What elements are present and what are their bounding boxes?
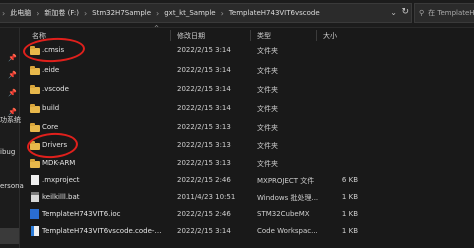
file-row[interactable]: .vscode 2022/2/15 3:14 文件夹	[20, 80, 474, 99]
file-row[interactable]: Core 2022/2/15 3:13 文件夹	[20, 118, 474, 137]
folder-icon	[30, 104, 40, 113]
column-size[interactable]: 大小	[323, 31, 337, 41]
search-box[interactable]: ⚲ 在 TemplateH743VIT6vscode 中搜索	[414, 3, 474, 23]
nav-item-selected[interactable]	[0, 228, 19, 244]
column-type[interactable]: 类型	[257, 31, 271, 41]
folder-icon	[30, 85, 40, 94]
file-row[interactable]: TemplateH743VIT6vscode.code-work... 2022…	[20, 222, 474, 241]
file-row[interactable]: .cmsis 2022/2/15 3:14 文件夹	[20, 41, 474, 60]
file-name: TemplateH743VIT6vscode.code-work...	[42, 227, 162, 235]
pin-icon: 📌	[8, 89, 17, 97]
batch-file-icon	[31, 192, 39, 202]
file-date: 2022/2/15 3:14	[177, 104, 231, 112]
file-type: 文件夹	[257, 105, 278, 113]
folder-icon	[30, 159, 40, 168]
file-date: 2011/4/23 10:51	[177, 193, 236, 201]
file-name: .vscode	[42, 85, 69, 93]
file-type: Windows 批处理...	[257, 194, 319, 202]
refresh-icon[interactable]: ↻	[401, 7, 409, 17]
vscode-workspace-icon	[31, 226, 39, 236]
file-name: .mxproject	[42, 176, 80, 184]
file-type: 文件夹	[257, 160, 278, 168]
column-divider[interactable]	[250, 30, 251, 41]
breadcrumb-item-this-pc[interactable]: 此电脑 ›	[10, 8, 39, 18]
file-type: 文件夹	[257, 124, 278, 132]
file-name: MDK-ARM	[42, 159, 76, 167]
file-type: Code Workspac...	[257, 227, 318, 235]
file-size: 1 KB	[341, 210, 358, 218]
file-date: 2022/2/15 3:14	[177, 66, 231, 74]
file-row[interactable]: .eide 2022/2/15 3:14 文件夹	[20, 61, 474, 80]
file-name: TemplateH743VIT6.ioc	[42, 210, 121, 218]
chevron-right-icon: ›	[156, 8, 160, 18]
chevron-right-icon: ›	[2, 8, 6, 18]
chevron-right-icon: ›	[36, 8, 40, 18]
column-header: 名称 ^ 修改日期 类型 大小	[20, 25, 474, 42]
file-type: STM32CubeMX	[257, 210, 310, 218]
file-date: 2022/2/15 3:14	[177, 85, 231, 93]
chevron-right-icon: ›	[83, 8, 88, 18]
chevron-right-icon: ›	[220, 8, 224, 18]
file-type: 文件夹	[257, 47, 278, 55]
folder-icon	[30, 66, 40, 75]
breadcrumb-item-gxt-kt-sample[interactable]: gxt_kt_Sample ›	[164, 9, 224, 18]
file-name: build	[42, 104, 60, 112]
file-date: 2022/2/15 3:13	[177, 123, 231, 131]
pin-icon: 📌	[8, 54, 17, 62]
file-type: 文件夹	[257, 86, 278, 94]
file-date: 2022/2/15 3:14	[177, 227, 231, 235]
file-size: 1 KB	[341, 193, 358, 201]
file-row[interactable]: Drivers 2022/2/15 3:13 文件夹	[20, 136, 474, 155]
navigation-pane: 📌 📌 📌 📌 功系统 ibug ersona	[0, 28, 24, 248]
file-row[interactable]: build 2022/2/15 3:14 文件夹	[20, 99, 474, 118]
search-icon: ⚲	[419, 9, 425, 17]
file-date: 2022/2/15 3:14	[177, 46, 231, 54]
file-name: keilkilll.bat	[42, 193, 80, 201]
file-date: 2022/2/15 2:46	[177, 176, 231, 184]
chevron-down-icon[interactable]: ⌄	[390, 8, 397, 17]
column-divider[interactable]	[170, 30, 171, 41]
breadcrumb[interactable]: › 此电脑 › 新加卷 (F:) › Stm32H7Sample › gxt_kt_S…	[0, 3, 412, 23]
file-date: 2022/2/15 2:46	[177, 210, 231, 218]
search-input[interactable]: 在 TemplateH743VIT6vscode 中搜索	[428, 8, 474, 18]
file-name: Core	[42, 123, 59, 131]
file-icon	[31, 175, 39, 185]
file-date: 2022/2/15 3:13	[177, 159, 231, 167]
column-date[interactable]: 修改日期	[177, 31, 205, 41]
file-type: MXPROJECT 文件	[257, 177, 315, 185]
cubemx-file-icon	[30, 209, 39, 219]
column-divider[interactable]	[316, 30, 317, 41]
breadcrumb-item-drive[interactable]: 新加卷 (F:) ›	[44, 8, 87, 18]
file-date: 2022/2/15 3:13	[177, 141, 231, 149]
address-bar: › 此电脑 › 新加卷 (F:) › Stm32H7Sample › gxt_kt_S…	[0, 0, 474, 28]
pin-icon: 📌	[8, 71, 17, 79]
nav-item-label[interactable]: ibug	[0, 148, 15, 156]
nav-item-label[interactable]: 功系统	[0, 115, 21, 125]
file-size: 6 KB	[341, 176, 358, 184]
folder-icon	[30, 123, 40, 132]
file-type: 文件夹	[257, 142, 278, 150]
file-size: 1 KB	[341, 227, 358, 235]
breadcrumb-item-current-folder[interactable]: TemplateH743VIT6vscode	[229, 9, 320, 17]
file-name: .eide	[42, 66, 60, 74]
file-type: 文件夹	[257, 67, 278, 75]
breadcrumb-item-stm32h7sample[interactable]: Stm32H7Sample ›	[92, 9, 159, 18]
sort-caret-icon: ^	[154, 25, 160, 32]
